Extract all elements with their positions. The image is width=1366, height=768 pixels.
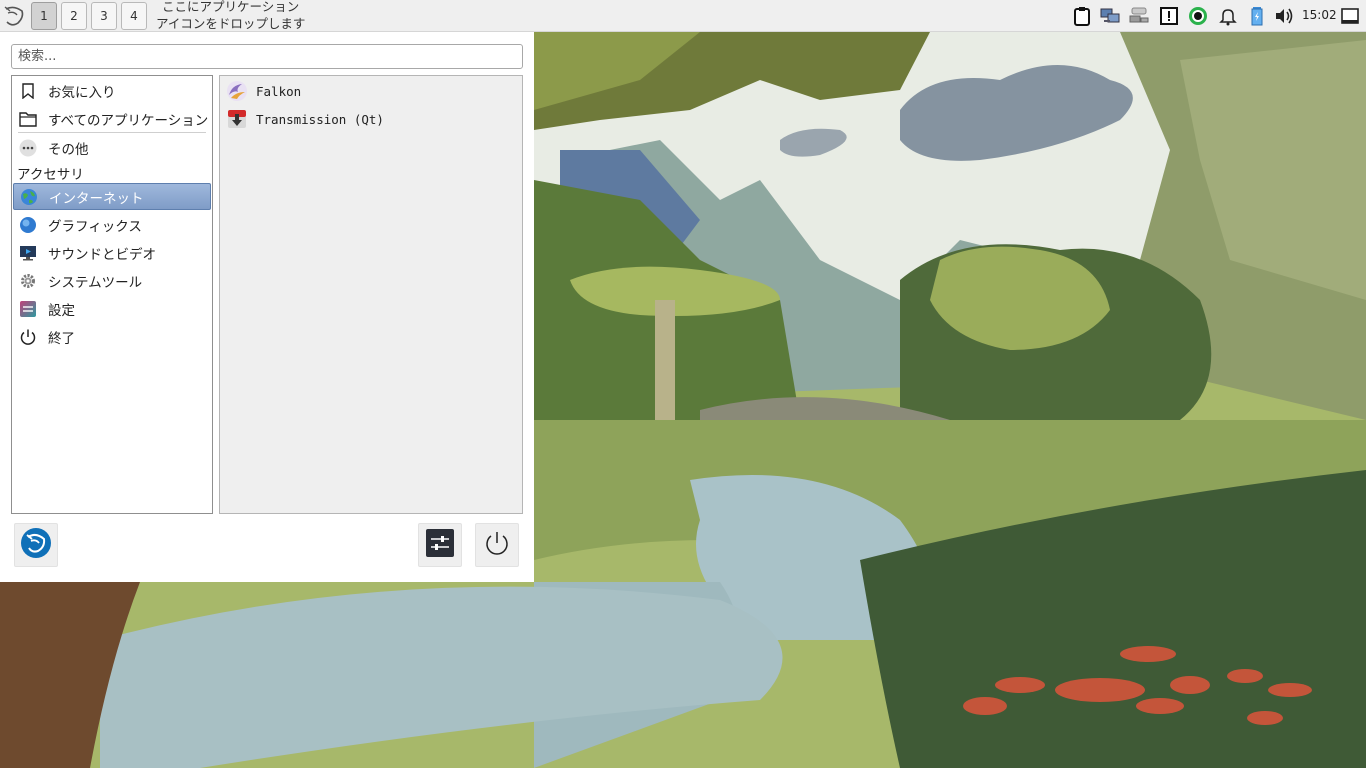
power-button[interactable] [475, 523, 519, 567]
settings-icon [19, 300, 37, 318]
category-sound-video[interactable]: サウンドとビデオ [13, 239, 211, 266]
category-favorites[interactable]: お気に入り [13, 77, 211, 104]
notice-icon[interactable] [1159, 6, 1179, 26]
volume-icon[interactable] [1274, 6, 1294, 26]
bookmark-icon [19, 82, 37, 100]
multimedia-icon [19, 244, 37, 262]
lubuntu-logo-icon [20, 527, 52, 563]
show-desktop-icon[interactable] [1340, 6, 1360, 26]
globe-icon [20, 188, 38, 206]
category-label: 終了 [48, 330, 75, 347]
desktop-3-button[interactable]: 3 [91, 2, 117, 30]
category-label: お気に入り [48, 84, 116, 101]
application-list: Falkon Transmission (Qt) [219, 75, 523, 514]
category-graphics[interactable]: グラフィックス [13, 211, 211, 238]
category-system-tools[interactable]: システムツール [13, 267, 211, 294]
sliders-icon [426, 529, 454, 561]
category-label: グラフィックス [48, 218, 142, 235]
application-menu: お気に入り すべてのアプリケーション その他 アクセサリ インターネット [0, 32, 534, 582]
record-icon[interactable] [1188, 6, 1208, 26]
power-icon [19, 328, 37, 346]
app-transmission-qt[interactable]: Transmission (Qt) [222, 105, 520, 133]
category-other[interactable]: その他 [13, 134, 211, 161]
clock[interactable]: 15:02 [1302, 8, 1337, 22]
graphics-icon [19, 216, 37, 234]
desktop-2-button[interactable]: 2 [61, 2, 87, 30]
falkon-icon [226, 80, 248, 102]
category-leave[interactable]: 終了 [13, 323, 211, 350]
category-label: インターネット [49, 190, 144, 207]
lubuntu-logo-icon[interactable] [2, 3, 26, 29]
search-input[interactable] [11, 44, 523, 69]
category-label: その他 [48, 141, 89, 158]
category-label: 設定 [48, 302, 75, 319]
desktop-4-button[interactable]: 4 [121, 2, 147, 30]
category-label: すべてのアプリケーション [48, 112, 209, 129]
category-separator [18, 132, 206, 133]
app-label: Falkon [256, 83, 302, 99]
category-all-applications[interactable]: すべてのアプリケーション [13, 105, 211, 132]
power-icon [483, 529, 511, 561]
folder-icon [19, 110, 37, 128]
network-wired-icon[interactable] [1129, 6, 1149, 26]
top-panel: 1 2 3 4 ここにアプリケーション アイコンをドロップします 15:02 [0, 0, 1366, 32]
category-list: お気に入り すべてのアプリケーション その他 アクセサリ インターネット グラフ… [11, 75, 213, 514]
section-header-accessories[interactable]: アクセサリ [17, 163, 84, 183]
settings-button[interactable] [418, 523, 462, 567]
more-icon [19, 139, 37, 157]
category-label: サウンドとビデオ [48, 246, 156, 263]
clipboard-icon[interactable] [1072, 6, 1092, 26]
drop-hint-line-2: アイコンをドロップします [156, 16, 306, 31]
category-label: システムツール [48, 274, 143, 291]
drop-hint-line-1: ここにアプリケーション [162, 0, 300, 14]
about-button[interactable] [14, 523, 58, 567]
quicklaunch-drop-hint: ここにアプリケーション アイコンをドロップします [156, 0, 305, 32]
gear-icon [19, 272, 37, 290]
app-label: Transmission (Qt) [256, 111, 384, 127]
desktop-1-button[interactable]: 1 [31, 2, 57, 30]
bell-icon[interactable] [1218, 6, 1238, 26]
app-falkon[interactable]: Falkon [222, 77, 520, 105]
battery-icon[interactable] [1247, 6, 1267, 26]
transmission-icon [226, 108, 248, 130]
network-icon[interactable] [1100, 6, 1120, 26]
category-settings[interactable]: 設定 [13, 295, 211, 322]
category-internet[interactable]: インターネット [13, 183, 211, 210]
